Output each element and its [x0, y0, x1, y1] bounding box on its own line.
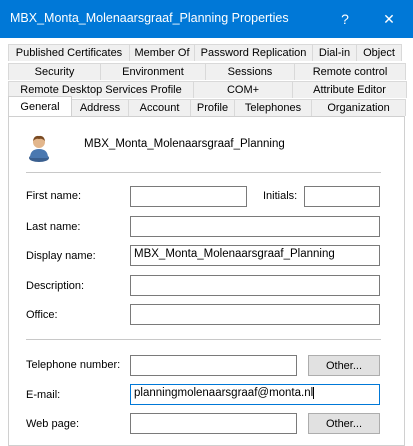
initials-field[interactable]	[304, 186, 380, 207]
telephone-other-button[interactable]: Other...	[308, 355, 380, 376]
tab-password-replication[interactable]: Password Replication	[194, 44, 313, 61]
office-field[interactable]	[130, 304, 380, 325]
tab-com-plus[interactable]: COM+	[193, 81, 293, 98]
tab-row-2: Security Environment Sessions Remote con…	[8, 63, 406, 80]
tab-environment[interactable]: Environment	[100, 63, 206, 80]
initials-label: Initials:	[263, 190, 298, 202]
last-name-label: Last name:	[26, 221, 81, 233]
tab-general[interactable]: General	[8, 96, 72, 116]
last-name-field[interactable]	[130, 216, 380, 237]
telephone-field[interactable]	[130, 355, 297, 376]
email-field[interactable]: planningmolenaarsgraaf@monta.nl	[130, 384, 380, 405]
description-label: Description:	[26, 280, 85, 292]
object-name: MBX_Monta_Molenaarsgraaf_Planning	[84, 138, 285, 150]
tab-account[interactable]: Account	[128, 99, 191, 116]
help-button[interactable]: ?	[323, 0, 367, 38]
first-name-label: First name:	[26, 190, 82, 202]
telephone-label: Telephone number:	[26, 359, 121, 371]
display-name-field[interactable]: MBX_Monta_Molenaarsgraaf_Planning	[130, 245, 380, 266]
display-name-label: Display name:	[26, 250, 96, 262]
web-page-other-button[interactable]: Other...	[308, 413, 380, 434]
tab-row-1: Published Certificates Member Of Passwor…	[8, 44, 402, 61]
window-title: MBX_Monta_Molenaarsgraaf_Planning Proper…	[10, 11, 289, 25]
title-bar[interactable]: MBX_Monta_Molenaarsgraaf_Planning Proper…	[0, 0, 413, 38]
tab-object[interactable]: Object	[356, 44, 402, 61]
web-page-field[interactable]	[130, 413, 297, 434]
separator-middle	[26, 339, 381, 340]
text-caret	[313, 387, 315, 399]
tab-organization[interactable]: Organization	[311, 99, 406, 116]
tab-row-4: General Address Account Profile Telephon…	[8, 96, 406, 116]
properties-dialog: MBX_Monta_Molenaarsgraaf_Planning Proper…	[0, 0, 413, 446]
email-label: E-mail:	[26, 389, 61, 401]
tab-profile[interactable]: Profile	[190, 99, 235, 116]
office-label: Office:	[26, 309, 58, 321]
web-page-label: Web page:	[26, 418, 80, 430]
tab-member-of[interactable]: Member Of	[129, 44, 195, 61]
tab-remote-control[interactable]: Remote control	[294, 63, 406, 80]
email-value: planningmolenaarsgraaf@monta.nl	[134, 387, 314, 400]
tab-address[interactable]: Address	[71, 99, 129, 116]
tab-published-certificates[interactable]: Published Certificates	[8, 44, 130, 61]
first-name-field[interactable]	[130, 186, 247, 207]
description-field[interactable]	[130, 275, 380, 296]
user-icon	[29, 135, 49, 162]
tab-dial-in[interactable]: Dial-in	[312, 44, 357, 61]
tab-attribute-editor[interactable]: Attribute Editor	[292, 81, 407, 98]
tab-security[interactable]: Security	[8, 63, 101, 80]
close-button[interactable]: ✕	[367, 0, 411, 38]
separator-top	[26, 172, 381, 173]
tab-sessions[interactable]: Sessions	[205, 63, 295, 80]
tab-telephones[interactable]: Telephones	[234, 99, 312, 116]
